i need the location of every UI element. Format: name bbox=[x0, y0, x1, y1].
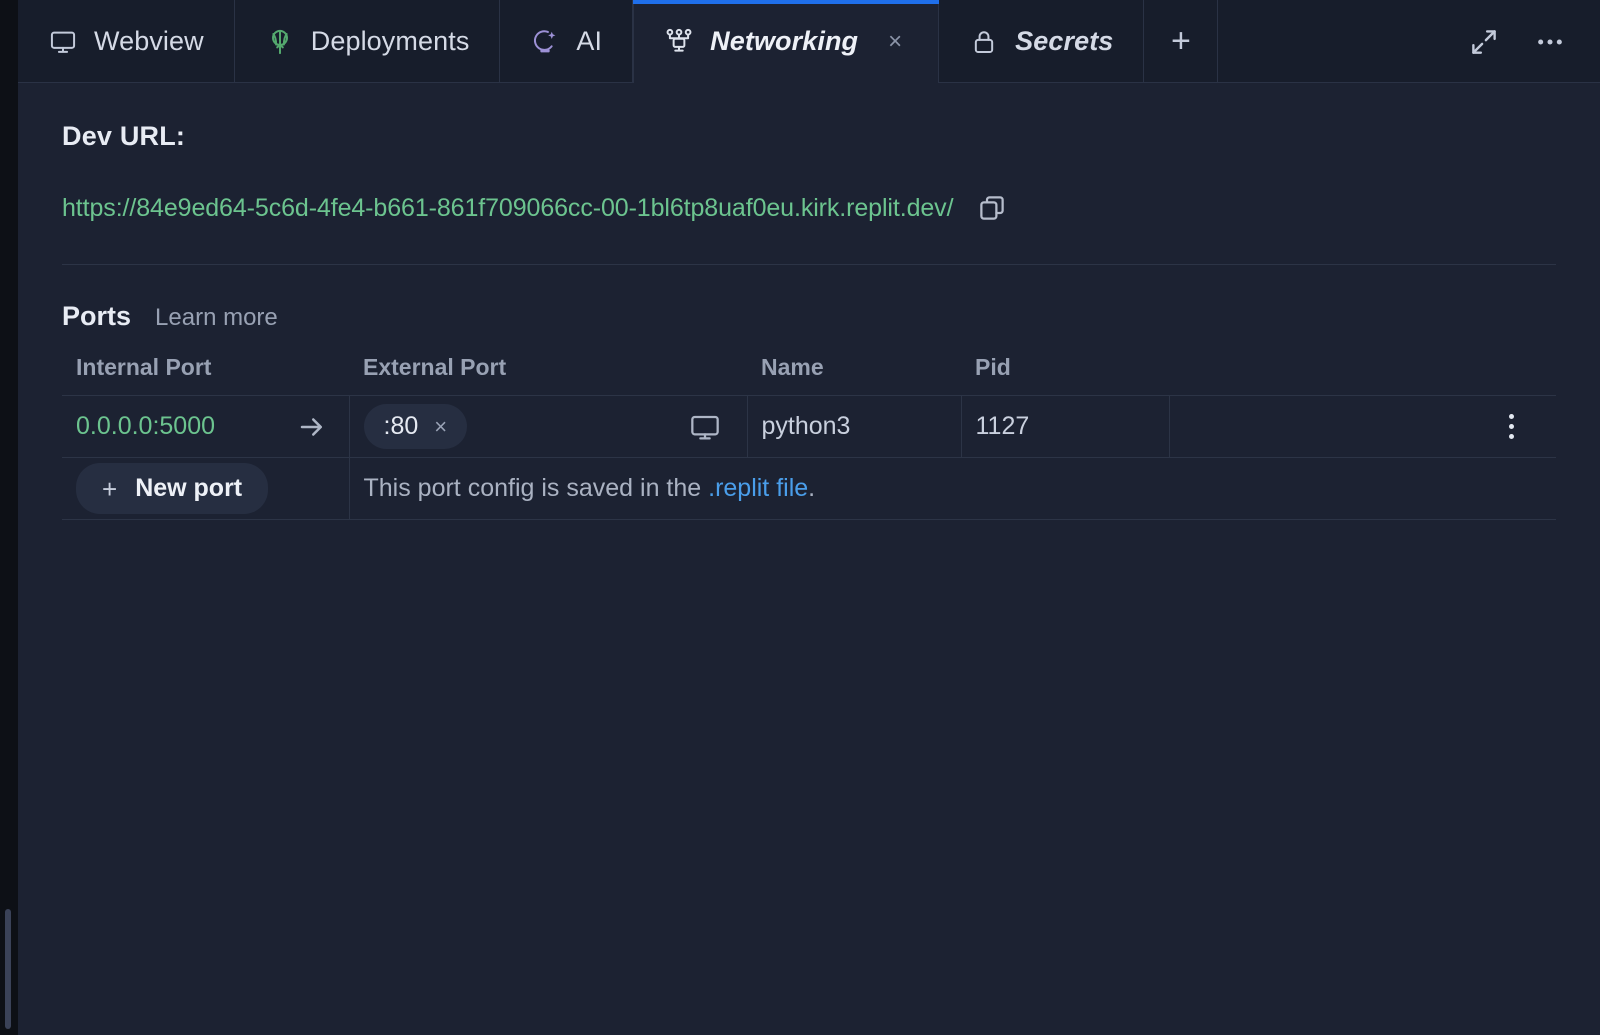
new-port-label: New port bbox=[135, 474, 242, 503]
lock-icon bbox=[969, 27, 999, 57]
cell-internal-port: 0.0.0.0:5000 bbox=[62, 396, 349, 458]
cell-new-port: + New port bbox=[62, 458, 349, 520]
tab-label-deployments: Deployments bbox=[311, 26, 470, 57]
remove-external-port-icon[interactable]: × bbox=[434, 416, 447, 438]
tab-networking[interactable]: Networking × bbox=[633, 0, 939, 83]
tab-label-networking: Networking bbox=[710, 26, 858, 57]
internal-port-value: 0.0.0.0:5000 bbox=[76, 412, 215, 441]
external-port-value: :80 bbox=[384, 412, 419, 441]
column-header-name: Name bbox=[747, 354, 961, 396]
cell-row-actions bbox=[1169, 396, 1556, 458]
section-divider bbox=[62, 264, 1556, 265]
table-row: 0.0.0.0:5000 :80 bbox=[62, 396, 1556, 458]
close-icon[interactable]: × bbox=[882, 29, 908, 55]
ports-header-row: Internal Port External Port Name Pid bbox=[62, 354, 1556, 396]
networking-content: Dev URL: https://84e9ed64-5c6d-4fe4-b661… bbox=[18, 83, 1600, 1035]
learn-more-link[interactable]: Learn more bbox=[155, 304, 278, 332]
left-gutter bbox=[0, 0, 18, 1035]
tab-label-ai: AI bbox=[576, 26, 602, 57]
tab-deployments[interactable]: Deployments bbox=[235, 0, 501, 83]
external-port-pill[interactable]: :80 × bbox=[364, 404, 468, 449]
replit-file-link[interactable]: .replit file bbox=[708, 474, 808, 502]
vertical-scrollbar-thumb[interactable] bbox=[5, 909, 11, 1029]
tab-bar: Webview Deployments bbox=[18, 0, 1600, 83]
network-icon bbox=[664, 27, 694, 57]
expand-icon[interactable] bbox=[1464, 22, 1504, 62]
cell-saved-note: This port config is saved in the .replit… bbox=[349, 458, 1556, 520]
tab-webview[interactable]: Webview bbox=[18, 0, 235, 83]
ports-header: Ports Learn more bbox=[62, 301, 1556, 332]
networking-panel: Webview Deployments bbox=[0, 0, 1600, 1035]
new-port-button[interactable]: + New port bbox=[76, 463, 268, 514]
note-suffix: . bbox=[808, 474, 815, 502]
column-header-pid: Pid bbox=[961, 354, 1169, 396]
cell-external-port: :80 × bbox=[349, 396, 747, 458]
main-column: Webview Deployments bbox=[18, 0, 1600, 1035]
column-header-external-port: External Port bbox=[349, 354, 747, 396]
dev-url-row: https://84e9ed64-5c6d-4fe4-b661-861f7090… bbox=[62, 191, 1556, 225]
port-config-note: This port config is saved in the .replit… bbox=[364, 474, 816, 502]
cell-pid: 1127 bbox=[961, 396, 1169, 458]
tab-bar-spacer bbox=[1218, 0, 1464, 83]
plus-icon: + bbox=[102, 476, 117, 502]
note-prefix: This port config is saved in the bbox=[364, 474, 709, 502]
new-port-row: + New port This port config is saved in … bbox=[62, 458, 1556, 520]
dev-url-heading: Dev URL: bbox=[62, 121, 1556, 152]
ports-title: Ports bbox=[62, 301, 131, 332]
sparkle-icon bbox=[530, 27, 560, 57]
tab-label-secrets: Secrets bbox=[1015, 26, 1113, 57]
copy-icon[interactable] bbox=[975, 191, 1009, 225]
dev-url-link[interactable]: https://84e9ed64-5c6d-4fe4-b661-861f7090… bbox=[62, 194, 953, 223]
preview-monitor-icon[interactable] bbox=[687, 409, 723, 445]
arrow-right-icon bbox=[297, 412, 327, 442]
ports-table-body: 0.0.0.0:5000 :80 bbox=[62, 396, 1556, 520]
column-header-internal-port: Internal Port bbox=[62, 354, 349, 396]
tab-ai[interactable]: AI bbox=[500, 0, 633, 83]
tab-secrets[interactable]: Secrets bbox=[939, 0, 1144, 83]
column-header-actions bbox=[1169, 354, 1556, 396]
ports-table: Internal Port External Port Name Pid 0.0… bbox=[62, 354, 1556, 520]
cell-process-name: python3 bbox=[747, 396, 961, 458]
ellipsis-icon[interactable] bbox=[1530, 22, 1570, 62]
ports-table-head: Internal Port External Port Name Pid bbox=[62, 354, 1556, 396]
tab-bar-actions bbox=[1464, 0, 1600, 83]
monitor-icon bbox=[48, 27, 78, 57]
tab-label-webview: Webview bbox=[94, 26, 204, 57]
rocket-icon bbox=[265, 27, 295, 57]
add-tab-button[interactable]: + bbox=[1144, 0, 1218, 83]
kebab-menu-icon[interactable] bbox=[1496, 414, 1526, 439]
